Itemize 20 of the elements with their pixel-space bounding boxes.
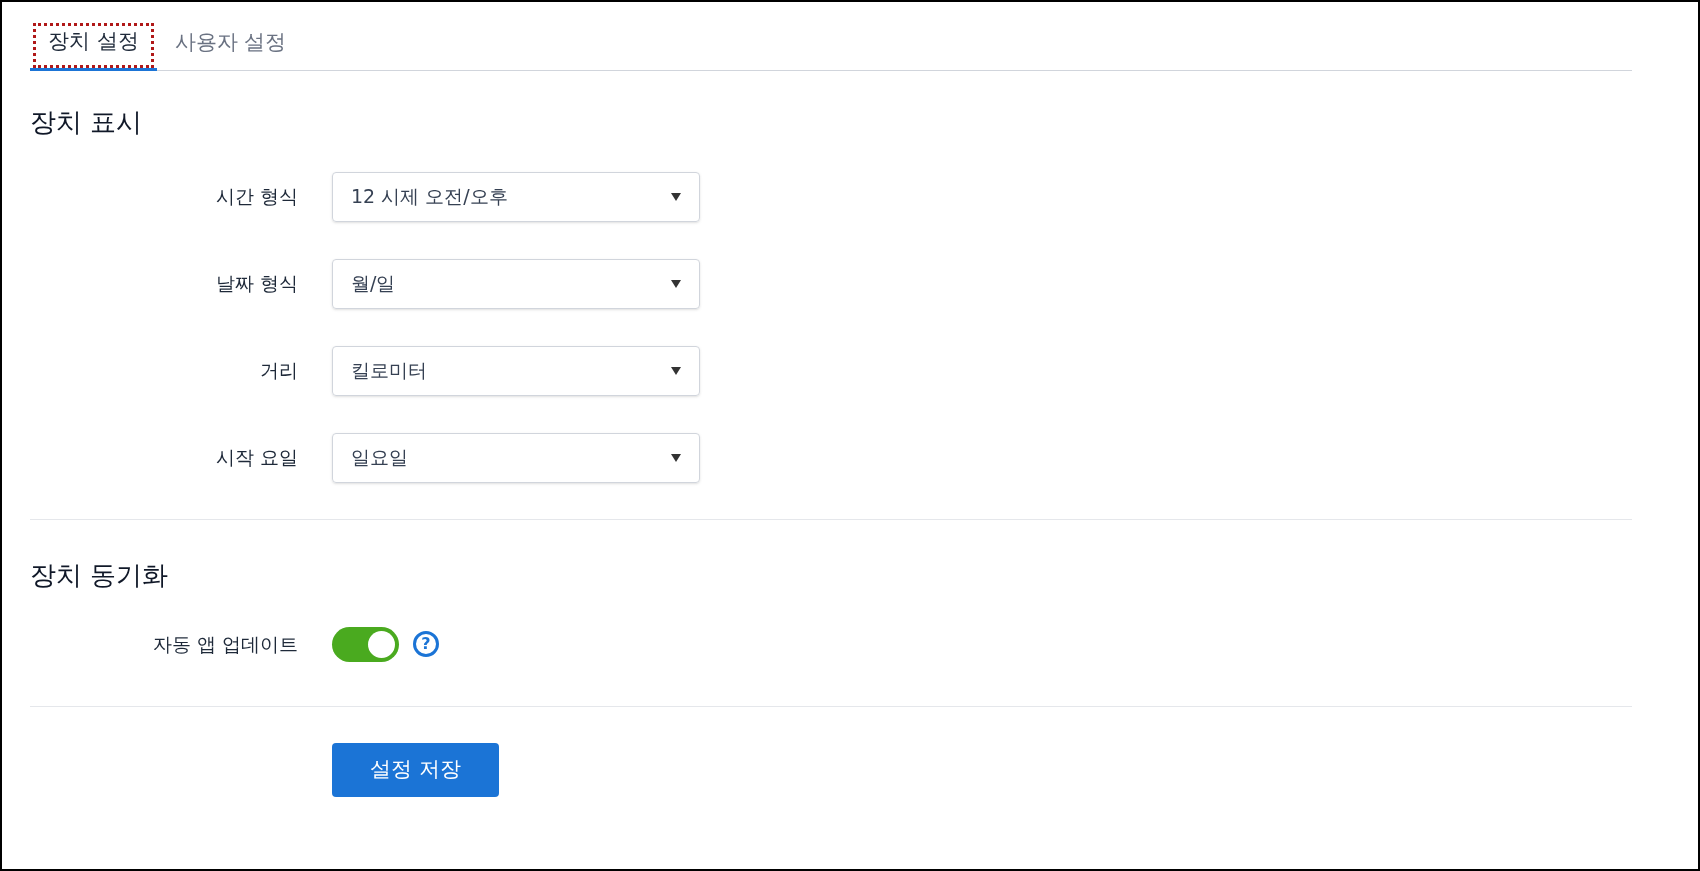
field-label: 거리 [259, 358, 298, 384]
field-label: 시간 형식 [214, 184, 298, 210]
field-label: 자동 앱 업데이트 [151, 631, 298, 657]
help-icon[interactable]: ? [413, 631, 439, 657]
caret-icon [671, 279, 681, 288]
section-heading: 장치 표시 [30, 105, 144, 139]
field-label: 시작 요일 [214, 445, 298, 471]
caret-icon [671, 453, 681, 462]
dropdown[interactable]: 킬로미터 [332, 345, 700, 396]
tab[interactable]: 장치 설정 [30, 20, 157, 71]
caret-icon [671, 192, 681, 201]
dropdown[interactable]: 일요일 [332, 432, 700, 483]
dropdown[interactable]: 12 시제 오전/오후 [332, 171, 700, 222]
field-label: 날짜 형식 [214, 271, 298, 297]
caret-icon [671, 366, 681, 375]
section-heading: 장치 동기화 [30, 558, 170, 592]
save-button[interactable]: 설정 저장 [332, 742, 499, 797]
tab[interactable]: 사용자 설정 [156, 20, 305, 70]
dropdown[interactable]: 월/일 [332, 258, 700, 309]
toggle-switch[interactable] [332, 626, 399, 662]
